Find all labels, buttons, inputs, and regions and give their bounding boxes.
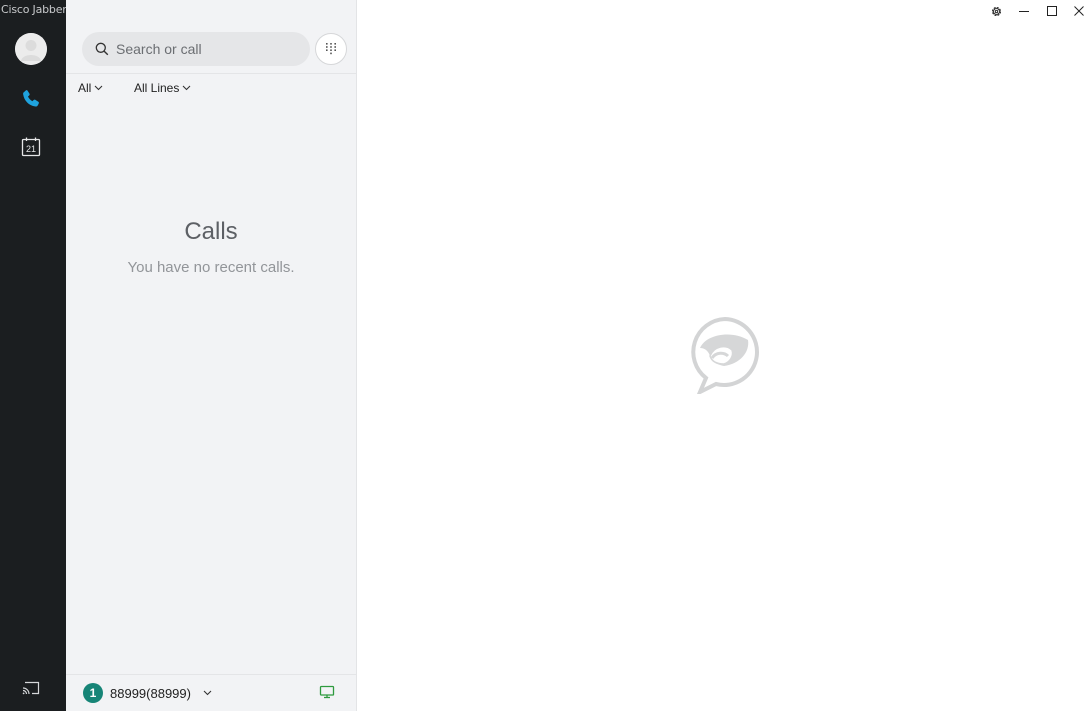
search-box[interactable] xyxy=(82,32,310,66)
empty-state-message: You have no recent calls. xyxy=(127,259,295,276)
minimize-icon xyxy=(1019,11,1029,12)
chevron-down-icon xyxy=(94,85,103,91)
device-selector-button[interactable] xyxy=(319,685,335,704)
gear-icon xyxy=(991,6,1001,16)
calls-panel: All All Lines Calls You have no recent c… xyxy=(66,0,357,711)
filter-lines-dropdown[interactable]: All Lines xyxy=(134,81,191,95)
filter-type-label: All xyxy=(78,81,92,95)
settings-button[interactable] xyxy=(987,2,1005,20)
main-content-area xyxy=(688,316,762,397)
dialpad-icon xyxy=(326,43,336,55)
close-icon xyxy=(1074,6,1084,16)
line-count-badge: 1 xyxy=(83,683,103,703)
calendar-icon: 21 xyxy=(21,137,41,157)
user-avatar-icon xyxy=(15,33,47,65)
chevron-down-icon xyxy=(203,690,212,696)
chevron-down-icon xyxy=(182,85,191,91)
maximize-icon xyxy=(1047,6,1057,16)
user-avatar[interactable] xyxy=(15,33,47,65)
minimize-button[interactable] xyxy=(1015,2,1033,20)
nav-calls-button[interactable] xyxy=(15,83,47,115)
nav-rail: Cisco Jabber 21 xyxy=(0,0,66,711)
desktop-icon xyxy=(319,685,335,699)
search-icon xyxy=(95,42,109,56)
line-number: 88999(88999) xyxy=(110,685,191,701)
calendar-day: 21 xyxy=(26,144,36,154)
screen-share-button[interactable] xyxy=(15,672,47,704)
filter-type-dropdown[interactable]: All xyxy=(78,81,103,95)
maximize-button[interactable] xyxy=(1043,2,1061,20)
close-button[interactable] xyxy=(1070,2,1086,20)
jabber-logo-icon xyxy=(691,316,759,397)
line-selector[interactable]: 1 88999(88999) xyxy=(83,683,212,703)
app-title: Cisco Jabber xyxy=(1,3,66,16)
dialpad-button[interactable] xyxy=(315,33,347,65)
empty-state-title: Calls xyxy=(184,218,238,245)
divider xyxy=(66,73,356,74)
filter-lines-label: All Lines xyxy=(134,81,180,95)
nav-meetings-button[interactable]: 21 xyxy=(15,131,47,163)
cast-icon xyxy=(22,681,40,695)
divider xyxy=(66,674,356,675)
app-window: Cisco Jabber 21 Search or call All All L… xyxy=(0,0,1086,711)
phone-icon xyxy=(23,90,39,107)
search-input[interactable] xyxy=(116,41,296,57)
